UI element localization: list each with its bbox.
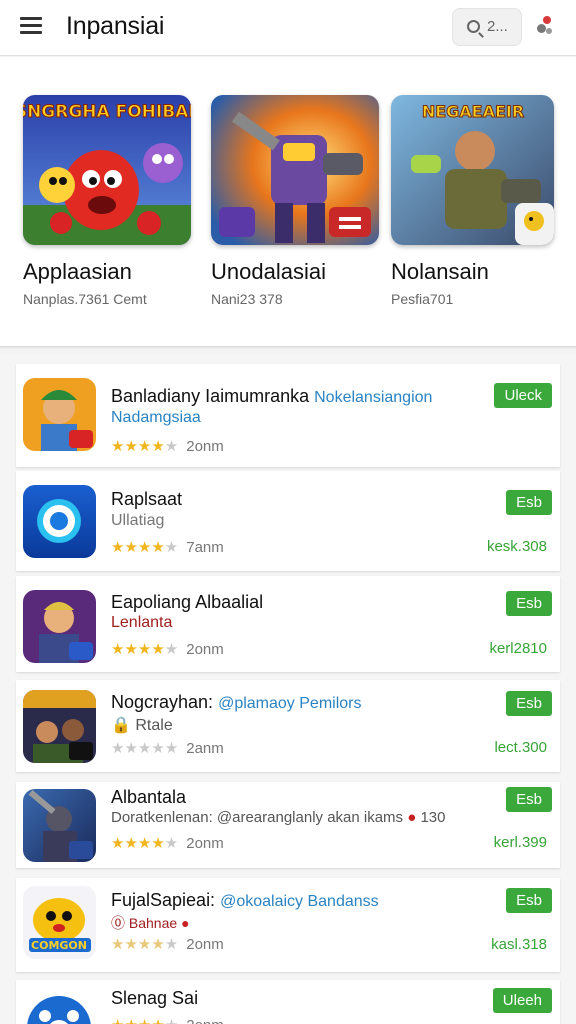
rating: ★★★★★ 7anm [111, 539, 224, 556]
app-icon [23, 789, 96, 862]
list-item[interactable]: COMGON FujalSapieai: @okoalaicy Bandanss… [16, 878, 560, 972]
app-icon: COMGON [23, 886, 96, 959]
featured-title: Applaasian [23, 259, 132, 284]
list-item[interactable]: Banladiany Iaimumranka Nokelansiangion N… [16, 364, 560, 467]
price: kesk.308 [486, 538, 547, 555]
featured-card-1[interactable]: SNGRGHA FOHIBAL Applaasian Nanplas.7361 … [23, 95, 191, 307]
app-title: Raplsaat [111, 489, 183, 509]
featured-banner-text: NEGAEAEIR [422, 102, 524, 121]
rating: ★★★★★2onm [111, 835, 224, 852]
install-button[interactable]: Esb [506, 787, 552, 812]
app-list: Banladiany Iaimumranka Nokelansiangion N… [0, 358, 576, 1024]
list-item[interactable]: Slenag Sai ★★★★★2onm Uleeh [16, 980, 560, 1024]
rating: ★★★★★2onm [111, 438, 224, 455]
app-subtitle: Ullatiag [111, 512, 165, 529]
featured-card-3[interactable]: NEGAEAEIR Nolansain Pesfia701 [391, 95, 559, 307]
app-title: FujalSapieai: @okoalaicy Bandanss [111, 890, 379, 910]
top-app-bar: Inpansiai 2... [0, 0, 576, 56]
profile-icon[interactable] [536, 16, 554, 38]
rating: ★★★★★ 2anm [111, 740, 224, 757]
app-link[interactable]: @plamaoy Pemilors [218, 695, 361, 712]
featured-subtitle: Nani23 378 [211, 291, 283, 307]
svg-text:COMGON: COMGON [31, 939, 87, 952]
list-item[interactable]: Eapoliang Albaalial Lenlanta ★★★★★ 2onm E… [16, 576, 560, 672]
app-icon [23, 485, 96, 558]
app-icon [23, 590, 96, 663]
search-icon [467, 20, 480, 33]
app-subtitle: Doratkenlenan: @arearanglanly akan ikams… [111, 809, 446, 826]
app-title: Nogcrayhan: @plamaoy Pemilors [111, 692, 362, 712]
install-button[interactable]: Uleck [494, 383, 552, 408]
list-item[interactable]: Albantala Doratkenlenan: @arearanglanly … [16, 782, 560, 868]
app-subtitle: Nadamgsiaa [111, 409, 201, 426]
search-button[interactable]: 2... [452, 8, 522, 46]
price: lect.300 [494, 739, 547, 756]
price: kerl2810 [489, 640, 547, 657]
featured-thumbnail [211, 95, 379, 245]
rating: ★★★★★2onm [111, 641, 224, 658]
app-subtitle: Lenlanta [111, 614, 173, 631]
app-title: Albantala [111, 787, 187, 807]
app-icon [23, 378, 96, 451]
list-item[interactable]: Raplsaat Ullatiag ★★★★★ 7anm Esb kesk.308 [16, 471, 560, 571]
featured-section: SNGRGHA FOHIBAL Applaasian Nanplas.7361 … [0, 57, 576, 347]
rating: ★★★★★2onm [111, 1016, 224, 1024]
featured-banner-text: SNGRGHA FOHIBAL [23, 102, 191, 122]
install-button[interactable]: Esb [506, 691, 552, 716]
featured-subtitle: Nanplas.7361 Cemt [23, 291, 147, 307]
app-subtitle: ⓪ Bahnae ● [111, 915, 190, 931]
install-button[interactable]: Esb [506, 490, 552, 515]
app-title: Eapoliang Albaalial [111, 592, 264, 612]
app-icon [23, 988, 96, 1024]
price: kasl.318 [491, 936, 547, 953]
search-text: 2... [487, 18, 508, 35]
price: kerl.399 [493, 834, 547, 851]
app-title: Banladiany Iaimumranka Nokelansiangion [111, 386, 433, 406]
featured-title: Unodalasiai [211, 259, 326, 284]
install-button[interactable]: Esb [506, 888, 552, 913]
featured-card-2[interactable]: Unodalasiai Nani23 378 [211, 95, 379, 307]
rating: ★★★★★2onm [111, 936, 224, 953]
list-item[interactable]: Nogcrayhan: @plamaoy Pemilors 🔒 Rtale ★★… [16, 680, 560, 772]
featured-subtitle: Pesfia701 [391, 291, 454, 307]
app-subtitle: 🔒 Rtale [111, 717, 173, 734]
section-divider [0, 346, 576, 358]
app-title: Inpansiai [66, 12, 165, 40]
featured-thumbnail: NEGAEAEIR [391, 95, 554, 245]
featured-thumbnail: SNGRGHA FOHIBAL [23, 95, 191, 245]
featured-title: Nolansain [391, 259, 489, 284]
install-button[interactable]: Esb [506, 591, 552, 616]
app-link[interactable]: @okoalaicy Bandanss [220, 893, 379, 910]
install-button[interactable]: Uleeh [492, 988, 552, 1013]
app-title: Slenag Sai [111, 988, 199, 1008]
app-link[interactable]: Nokelansiangion [314, 389, 432, 406]
app-icon [23, 690, 96, 763]
hamburger-menu-icon[interactable] [20, 17, 42, 35]
